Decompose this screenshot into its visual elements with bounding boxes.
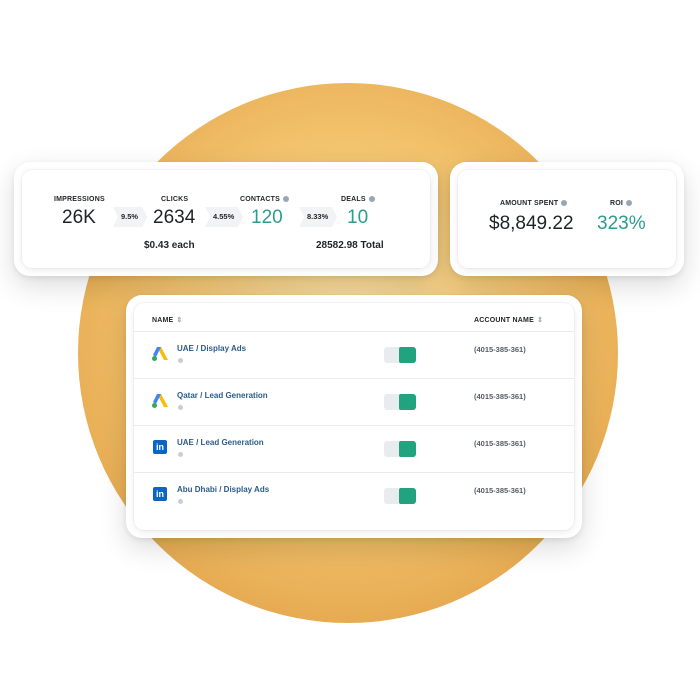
info-icon[interactable]: [368, 196, 375, 203]
table-row[interactable]: Qatar / Lead Generation (4015-385-361): [134, 378, 574, 425]
deals-value: 10: [347, 207, 369, 228]
google-ads-icon: [152, 394, 168, 408]
account-name: (4015-385-361): [474, 486, 526, 495]
toggle-knob: [399, 441, 416, 457]
status-dot: [178, 499, 183, 504]
roi-label-text: ROI: [610, 200, 624, 207]
info-icon[interactable]: [626, 200, 633, 207]
clicks-label: CLICKS: [161, 196, 189, 203]
table-row[interactable]: UAE / Display Ads (4015-385-361): [134, 331, 574, 378]
toggle-knob: [399, 347, 416, 363]
roi-label: ROI: [610, 200, 633, 207]
info-icon[interactable]: [561, 200, 568, 207]
contacts-value: 120: [251, 207, 283, 228]
table-row[interactable]: in Abu Dhabi / Display Ads (4015-385-361…: [134, 472, 574, 519]
roi-value: 323%: [597, 213, 646, 234]
impressions-to-clicks-rate: 9.5%: [113, 207, 148, 227]
campaign-toggle[interactable]: [384, 347, 416, 363]
info-icon[interactable]: [282, 196, 289, 203]
sort-icon[interactable]: ⇕: [537, 316, 543, 324]
column-header-account-name[interactable]: ACCOUNT NAME ⇕: [474, 316, 543, 324]
linkedin-icon: in: [153, 487, 167, 501]
account-name: (4015-385-361): [474, 439, 526, 448]
column-header-name-text: NAME: [152, 316, 174, 324]
contacts-label-text: CONTACTS: [240, 196, 280, 203]
spend-roi-panel: AMOUNT SPENT $8,849.22 ROI 323%: [458, 170, 676, 268]
campaign-name-link[interactable]: UAE / Lead Generation: [177, 438, 264, 447]
contacts-to-deals-rate: 8.33%: [299, 207, 338, 227]
clicks-cost-each: $0.43 each: [144, 240, 195, 251]
amount-spent-label-text: AMOUNT SPENT: [500, 200, 559, 207]
campaign-toggle[interactable]: [384, 394, 416, 410]
campaign-toggle[interactable]: [384, 488, 416, 504]
campaign-name-link[interactable]: Qatar / Lead Generation: [177, 391, 268, 400]
account-name: (4015-385-361): [474, 392, 526, 401]
impressions-label: IMPRESSIONS: [54, 196, 105, 203]
campaigns-table: NAME ⇕ ACCOUNT NAME ⇕ UAE / Display Ads (4…: [134, 303, 574, 530]
table-row[interactable]: in UAE / Lead Generation (4015-385-361): [134, 425, 574, 472]
google-ads-icon: [152, 347, 168, 361]
linkedin-icon: in: [153, 440, 167, 454]
deals-total: 28582.98 Total: [316, 240, 384, 251]
status-dot: [178, 405, 183, 410]
impressions-value: 26K: [62, 207, 96, 228]
column-header-account-text: ACCOUNT NAME: [474, 316, 534, 324]
campaigns-table-card: NAME ⇕ ACCOUNT NAME ⇕ UAE / Display Ads (4…: [126, 295, 582, 538]
contacts-label: CONTACTS: [240, 196, 289, 203]
sort-icon[interactable]: ⇕: [176, 316, 182, 324]
toggle-knob: [399, 394, 416, 410]
deals-label: DEALS: [341, 196, 375, 203]
amount-spent-value: $8,849.22: [489, 213, 574, 234]
campaign-name-link[interactable]: Abu Dhabi / Display Ads: [177, 485, 269, 494]
amount-spent-label: AMOUNT SPENT: [500, 200, 568, 207]
campaign-name-link[interactable]: UAE / Display Ads: [177, 344, 246, 353]
toggle-knob: [399, 488, 416, 504]
clicks-to-contacts-rate: 4.55%: [205, 207, 244, 227]
status-dot: [178, 452, 183, 457]
deals-label-text: DEALS: [341, 196, 366, 203]
spend-roi-card: AMOUNT SPENT $8,849.22 ROI 323%: [450, 162, 684, 276]
campaign-toggle[interactable]: [384, 441, 416, 457]
status-dot: [178, 358, 183, 363]
funnel-stats-panel: IMPRESSIONS 26K 9.5% CLICKS 2634 $0.43 e…: [22, 170, 430, 268]
funnel-stats-card: IMPRESSIONS 26K 9.5% CLICKS 2634 $0.43 e…: [14, 162, 438, 276]
column-header-name[interactable]: NAME ⇕: [152, 316, 183, 324]
account-name: (4015-385-361): [474, 345, 526, 354]
clicks-value: 2634: [153, 207, 196, 228]
